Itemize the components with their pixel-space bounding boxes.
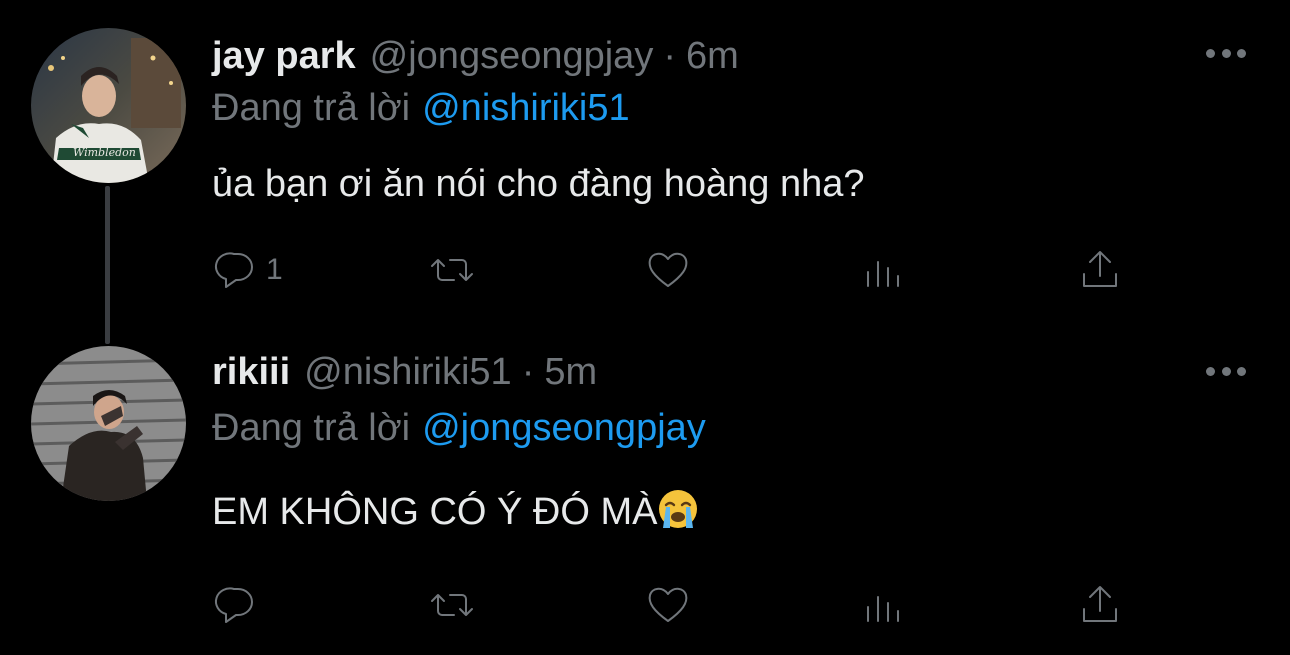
replying-prefix: Đang trả lời	[212, 87, 411, 129]
like-icon	[648, 587, 688, 622]
share-icon	[1083, 251, 1117, 287]
tweet-header: rikiii @nishiriki51 · 5m	[212, 350, 597, 394]
like-button[interactable]	[644, 577, 692, 633]
views-button[interactable]	[860, 242, 908, 298]
views-button[interactable]	[860, 577, 908, 633]
tweet-thread: Wimbledon jay park @jongseongpjay · 6m Đ…	[0, 0, 1290, 655]
display-name[interactable]: jay park	[212, 34, 356, 78]
user-handle[interactable]: @jongseongpjay	[370, 34, 654, 78]
retweet-icon	[431, 259, 473, 281]
svg-text:Wimbledon: Wimbledon	[73, 146, 136, 159]
separator-dot: ·	[663, 35, 676, 77]
avatar-photo-icon	[31, 346, 186, 501]
separator-dot: ·	[521, 351, 535, 393]
reply-count: 1	[266, 253, 283, 286]
timestamp[interactable]: 6m	[686, 34, 739, 78]
replying-prefix: Đang trả lời	[212, 407, 411, 449]
avatar[interactable]: Wimbledon	[31, 28, 186, 183]
views-icon	[867, 596, 899, 622]
views-icon	[867, 261, 899, 287]
reply-button[interactable]: 1	[212, 242, 283, 298]
reply-icon	[214, 252, 253, 288]
replying-to: Đang trả lời @jongseongpjay	[212, 406, 706, 450]
avatar-photo-icon: Wimbledon	[31, 28, 186, 183]
tweet-text: EM KHÔNG CÓ Ý ĐÓ MÀ	[212, 491, 658, 533]
tweet-text: ủa bạn ơi ăn nói cho đàng hoàng nha?	[212, 163, 865, 205]
reply-button[interactable]	[212, 577, 266, 633]
share-button[interactable]	[1076, 242, 1124, 298]
display-name[interactable]: rikiii	[212, 350, 290, 394]
user-handle[interactable]: @nishiriki51	[304, 350, 512, 394]
replying-to-link[interactable]: @jongseongpjay	[422, 407, 706, 449]
tweet[interactable]: rikiii @nishiriki51 · 5m Đang trả lời @jo…	[0, 330, 1290, 655]
more-icon[interactable]	[1206, 361, 1246, 381]
retweet-button[interactable]	[428, 577, 476, 633]
tweet-actions: 1	[0, 242, 1290, 298]
reply-icon	[214, 587, 253, 623]
share-icon	[1083, 586, 1117, 622]
share-button[interactable]	[1076, 577, 1124, 633]
timestamp[interactable]: 5m	[544, 350, 597, 394]
tweet-actions	[0, 577, 1290, 633]
replying-to-link[interactable]: @nishiriki51	[422, 87, 630, 129]
tweet-text-container: EM KHÔNG CÓ Ý ĐÓ MÀ	[212, 488, 699, 534]
more-icon[interactable]	[1206, 43, 1246, 63]
retweet-icon	[431, 594, 473, 616]
tweet-header: jay park @jongseongpjay · 6m	[212, 34, 739, 78]
retweet-button[interactable]	[428, 242, 476, 298]
loudly-crying-face-icon	[659, 490, 698, 528]
replying-to: Đang trả lời @nishiriki51	[212, 86, 630, 130]
like-icon	[648, 252, 688, 287]
like-button[interactable]	[644, 242, 692, 298]
avatar[interactable]	[31, 346, 186, 501]
tweet[interactable]: Wimbledon jay park @jongseongpjay · 6m Đ…	[0, 0, 1290, 344]
